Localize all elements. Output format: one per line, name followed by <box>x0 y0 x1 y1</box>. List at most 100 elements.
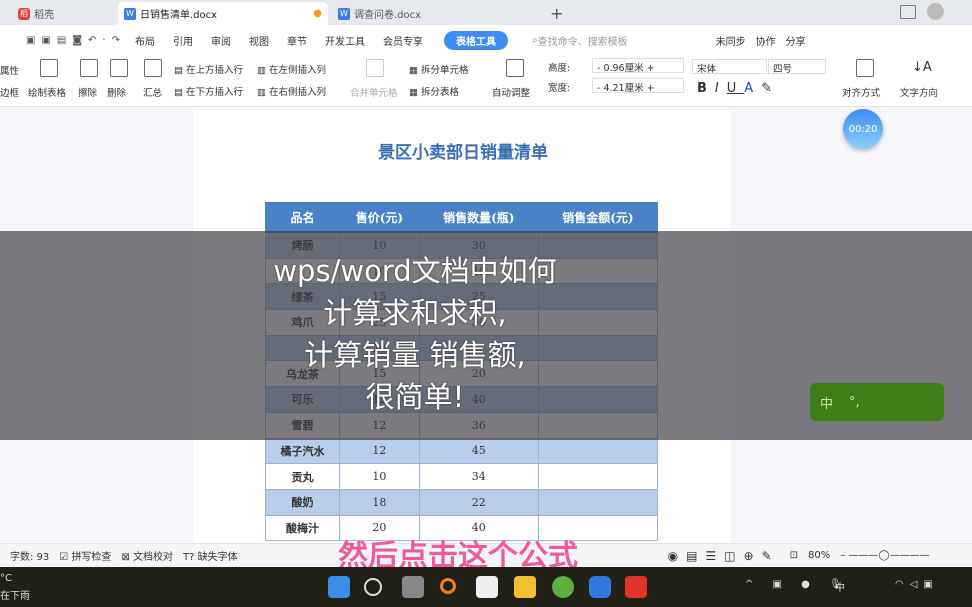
avatar[interactable] <box>927 3 944 20</box>
insert-row-below-icon: ▤ <box>174 87 186 98</box>
sync-button[interactable]: 未同步 <box>716 33 746 48</box>
tab-daoke[interactable]: 稻稻壳 <box>12 2 112 25</box>
zoom-level[interactable]: 80% <box>808 550 830 561</box>
fit-icon[interactable]: ⊡ <box>790 550 798 561</box>
split-cell-icon: ▦ <box>409 65 421 76</box>
column-header: 销售金额(元) <box>537 202 659 233</box>
spell-check-button[interactable]: ☑ 拼写检查 <box>59 548 111 563</box>
menu-layout[interactable]: 布局 <box>126 33 164 48</box>
menu-developer[interactable]: 开发工具 <box>316 33 374 48</box>
split-table-button[interactable]: ▦ 拆分表格 <box>409 84 459 98</box>
menu-table-tools[interactable]: 表格工具 <box>443 30 508 50</box>
task-view-icon[interactable] <box>402 576 424 598</box>
word-count[interactable]: 字数: 93 <box>10 548 49 563</box>
insert-row-above-icon: ▤ <box>174 65 186 76</box>
split-cell-button[interactable]: ▦ 拆分单元格 <box>409 62 469 76</box>
wps-icon[interactable] <box>625 576 647 598</box>
align-button[interactable]: 对齐方式 <box>842 85 880 99</box>
menu-view[interactable]: 视图 <box>240 33 278 48</box>
insert-col-right-button[interactable]: ▥ 在右侧插入列 <box>257 84 326 98</box>
width-label: 宽度: <box>548 83 571 94</box>
table-cell[interactable]: 22 <box>418 488 539 516</box>
table-cell[interactable]: 18 <box>339 488 420 516</box>
view-mode-icons[interactable]: ◉▤☰◫⊕✎ <box>668 549 780 563</box>
menu-bar: ▣▣▤◙↶·↷ 布局 引用 审阅 视图 章节 开发工具 会员专享 表格工具 ⌕ … <box>0 25 972 55</box>
table-cell[interactable]: 10 <box>339 463 420 490</box>
height-label: 高度: <box>548 63 571 74</box>
col-width-input[interactable]: - 4.21厘米 + <box>592 78 684 94</box>
quick-access-icons[interactable]: ▣▣▤◙↶·↷ <box>26 35 126 46</box>
store-icon[interactable] <box>476 576 498 598</box>
eraser-icon <box>80 59 98 77</box>
table-cell[interactable]: 45 <box>418 437 539 465</box>
table-cell[interactable]: 贡丸 <box>264 463 341 490</box>
magnifier-app-icon[interactable] <box>440 578 456 594</box>
tab-survey-doc[interactable]: W 调查问卷.docx <box>332 2 532 25</box>
insert-col-right-icon: ▥ <box>257 87 269 98</box>
insert-row-above-button[interactable]: ▤ 在上方插入行 <box>174 62 243 76</box>
overlay-line: 计算销量 销售额, <box>304 338 526 372</box>
table-cell[interactable]: 12 <box>339 437 420 465</box>
draw-table-icon <box>40 59 58 77</box>
share-button[interactable]: 分享 <box>786 33 806 48</box>
delete-button[interactable]: 删除 <box>107 85 126 99</box>
ribbon: 属性 边框 绘制表格 擦除 删除 汇总 ▤ 在上方插入行 ▤ 在下方插入行 ▥ … <box>0 55 972 107</box>
command-search-input[interactable]: 查找命令、搜索模板 <box>538 33 708 48</box>
k-app-icon[interactable] <box>589 576 611 598</box>
network-volume-icons[interactable]: ◠◁▣ <box>895 579 939 590</box>
file-explorer-icon[interactable] <box>514 576 536 598</box>
format-buttons[interactable]: BIUA✎ <box>697 81 780 96</box>
ime-mode: 中 <box>820 396 834 412</box>
text-direction-button[interactable]: 文字方向 <box>900 85 938 99</box>
zoom-slider[interactable]: – ———◯———— <box>840 550 929 561</box>
menu-section[interactable]: 章节 <box>278 33 316 48</box>
window-count-icon[interactable] <box>900 5 916 19</box>
auto-fit-icon <box>506 59 524 77</box>
proofread-button[interactable]: ⊠ 文档校对 <box>121 548 173 563</box>
font-select[interactable]: 宋体 <box>692 59 767 75</box>
weather-desc[interactable]: 在下雨 <box>0 587 30 602</box>
properties-button[interactable]: 属性 <box>0 63 19 77</box>
weather-temp[interactable]: °C <box>0 573 12 584</box>
ime-punct: °, <box>849 394 860 410</box>
menu-references[interactable]: 引用 <box>164 33 202 48</box>
start-icon[interactable] <box>328 576 350 598</box>
merge-cells-button[interactable]: 合并单元格 <box>350 85 398 99</box>
insert-row-below-button[interactable]: ▤ 在下方插入行 <box>174 84 243 98</box>
column-header: 品名 <box>264 202 341 233</box>
table-cell[interactable] <box>537 437 659 465</box>
insert-col-left-icon: ▥ <box>257 65 269 76</box>
daoke-icon: 稻 <box>18 7 30 20</box>
auto-fit-button[interactable]: 自动调整 <box>492 85 530 99</box>
collab-button[interactable]: 协作 <box>756 33 776 48</box>
recording-timer[interactable]: 00:20 <box>843 109 883 149</box>
word-doc-icon: W <box>124 7 136 20</box>
missing-font-button[interactable]: T? 缺失字体 <box>183 548 238 563</box>
overlay-line: wps/word文档中如何 <box>273 254 557 288</box>
table-cell[interactable]: 酸梅汁 <box>264 514 341 542</box>
browser-icon[interactable] <box>552 576 574 598</box>
row-height-input[interactable]: - 0.96厘米 + <box>592 58 684 74</box>
overlay-line: 计算求和求积, <box>323 296 507 330</box>
menu-review[interactable]: 审阅 <box>202 33 240 48</box>
font-size-select[interactable]: 四号 <box>768 59 826 75</box>
table-cell[interactable]: 34 <box>418 463 539 490</box>
summary-button[interactable]: 汇总 <box>143 85 162 99</box>
border-button[interactable]: 边框 <box>0 85 19 99</box>
erase-button[interactable]: 擦除 <box>78 85 97 99</box>
search-icon[interactable] <box>364 578 382 596</box>
table-cell[interactable] <box>537 463 659 490</box>
column-header: 销售数量(瓶) <box>418 202 539 233</box>
table-cell[interactable] <box>537 488 659 516</box>
draw-table-button[interactable]: 绘制表格 <box>28 85 66 99</box>
table-cell[interactable]: 酸奶 <box>264 488 341 516</box>
tab-sales-doc[interactable]: W 日销售清单.docx ● <box>118 2 328 25</box>
new-tab-button[interactable]: + <box>544 2 569 25</box>
ime-widget[interactable]: 中 °, <box>810 383 944 421</box>
insert-col-left-button[interactable]: ▥ 在左侧插入列 <box>257 62 326 76</box>
text-direction-icon: ↓A <box>912 60 932 75</box>
input-language[interactable]: 中 <box>835 579 845 594</box>
menu-member[interactable]: 会员专享 <box>374 33 432 48</box>
table-cell[interactable]: 橘子汽水 <box>264 437 341 465</box>
tab-bar: 稻稻壳 W 日销售清单.docx ● W 调查问卷.docx + <box>0 0 972 25</box>
